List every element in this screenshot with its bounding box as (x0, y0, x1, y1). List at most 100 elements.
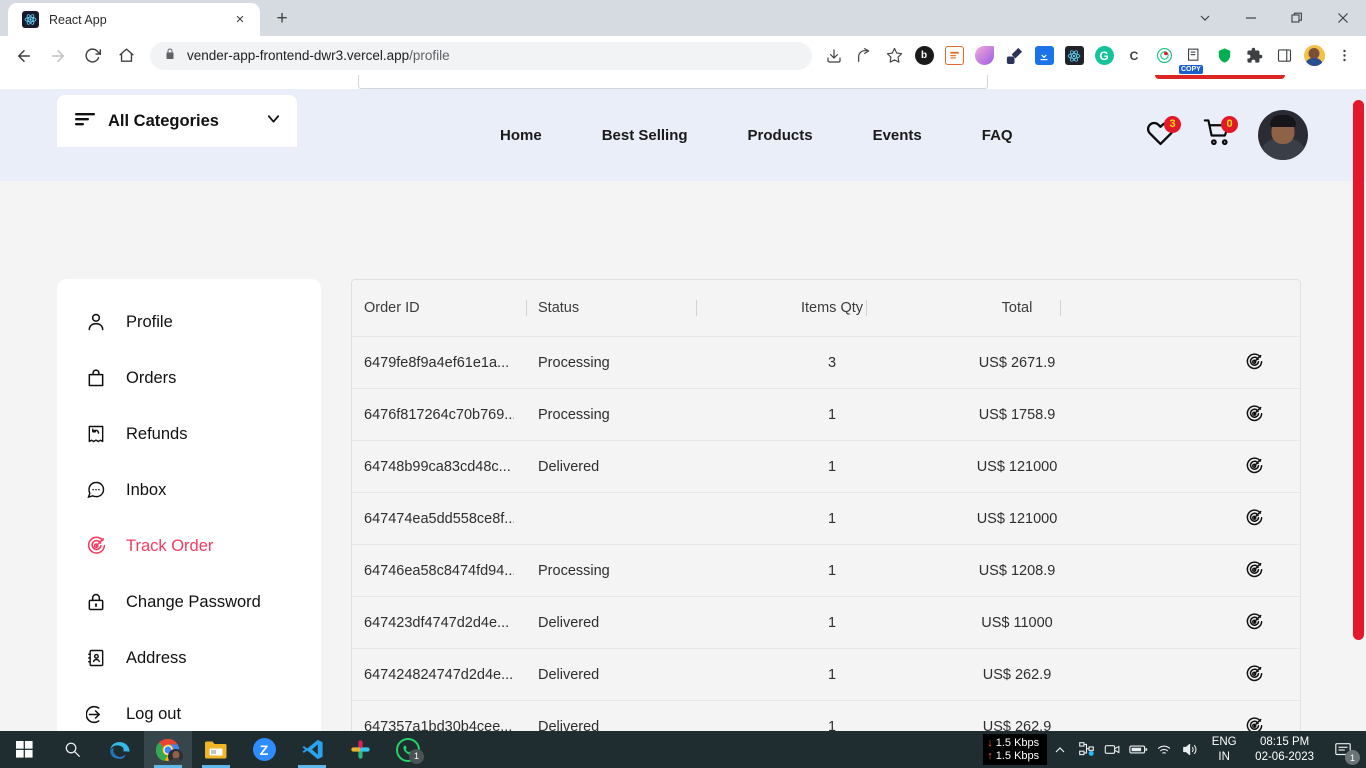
table-row[interactable]: 64746ea58c8474fd94... Processing 1 US$ 1… (352, 545, 1300, 597)
wifi-icon[interactable] (1151, 731, 1177, 768)
sidepanel-icon[interactable] (1270, 42, 1298, 70)
table-row[interactable]: 64748b99ca83cd48c... Delivered 1 US$ 121… (352, 441, 1300, 493)
user-avatar[interactable] (1258, 110, 1308, 160)
language-line1: ENG (1211, 735, 1237, 748)
tab-search-icon[interactable] (1182, 0, 1228, 36)
gradient-extension[interactable] (970, 42, 998, 70)
track-order-action-button[interactable] (1232, 665, 1276, 684)
close-window-button[interactable] (1320, 0, 1366, 36)
cell-items-qty: 3 (827, 354, 837, 371)
react-devtools-extension[interactable] (1060, 42, 1088, 70)
browser-profile-avatar[interactable] (1300, 42, 1328, 70)
site-search-input[interactable] (358, 75, 988, 89)
cart-button[interactable]: 0 (1201, 116, 1238, 151)
track-order-action-button[interactable] (1232, 613, 1276, 632)
pixel-extension[interactable] (1150, 42, 1178, 70)
track-order-action-button[interactable] (1232, 405, 1276, 424)
browser-tab-react-app[interactable]: React App × (8, 3, 260, 36)
search-icon[interactable] (48, 731, 96, 768)
language-indicator[interactable]: ENG IN (1203, 735, 1245, 765)
network-speed-widget[interactable]: ↓ 1.5 Kbps ↑ 1.5 Kbps (983, 734, 1048, 765)
network-sharing-icon[interactable] (1073, 731, 1099, 768)
site-cta-button[interactable] (1155, 75, 1285, 79)
nav-link-best-selling[interactable]: Best Selling (572, 127, 718, 144)
notification-center-icon[interactable]: 1 (1324, 731, 1362, 768)
zoom-icon[interactable]: Z (240, 731, 288, 768)
clock[interactable]: 08:15 PM 02-06-2023 (1245, 735, 1324, 765)
table-row[interactable]: 6479fe8f9a4ef61e1a... Processing 3 US$ 2… (352, 337, 1300, 389)
slack-icon[interactable] (336, 731, 384, 768)
kebab-menu-icon[interactable] (1330, 42, 1358, 70)
address-bar[interactable]: vender-app-frontend-dwr3.vercel.app/prof… (150, 41, 812, 70)
bookmark-star-icon[interactable] (880, 42, 908, 70)
sidebar-item-change-password[interactable]: Change Password (57, 583, 321, 621)
edge-icon[interactable] (96, 731, 144, 768)
nav-link-products[interactable]: Products (718, 127, 843, 144)
track-order-action-button[interactable] (1232, 457, 1276, 476)
back-button[interactable] (8, 40, 40, 72)
sidebar-item-profile[interactable]: Profile (57, 303, 321, 341)
vscode-icon[interactable] (288, 731, 336, 768)
nav-link-events[interactable]: Events (843, 127, 952, 144)
nav-link-faq[interactable]: FAQ (952, 127, 1043, 144)
install-app-icon[interactable] (820, 42, 848, 70)
upload-arrow-icon: ↑ (987, 749, 993, 762)
sidebar-item-inbox[interactable]: Inbox (57, 471, 321, 509)
grammarly-extension[interactable]: G (1090, 42, 1118, 70)
volume-icon[interactable] (1177, 731, 1203, 768)
battery-icon[interactable] (1125, 731, 1151, 768)
sidebar-item-log-out[interactable]: Log out (57, 695, 321, 731)
forward-button[interactable] (42, 40, 74, 72)
clickup-extension[interactable]: C (1120, 42, 1148, 70)
minimize-button[interactable] (1228, 0, 1274, 36)
page-scrollbar-thumb[interactable] (1353, 100, 1364, 640)
sidebar-item-orders[interactable]: Orders (57, 359, 321, 397)
cell-items-qty: 1 (827, 510, 837, 527)
column-divider (1060, 300, 1061, 316)
track-order-table: Order ID Status Items Qty Total 6479fe8f… (351, 279, 1301, 731)
table-row[interactable]: 6476f817264c70b769... Processing 1 US$ 1… (352, 389, 1300, 441)
sidebar-item-address[interactable]: Address (57, 639, 321, 677)
header-actions: 3 0 (1144, 89, 1308, 181)
wishlist-button[interactable]: 3 (1144, 116, 1181, 151)
copy-extension[interactable]: COPY (1179, 42, 1208, 74)
notes-extension[interactable] (940, 42, 968, 70)
extensions-puzzle-icon[interactable] (1240, 42, 1268, 70)
track-order-action-button[interactable] (1232, 561, 1276, 580)
download-speed-value: 1.5 Kbps (995, 736, 1040, 749)
track-order-action-button[interactable] (1232, 509, 1276, 528)
sidebar-item-refunds[interactable]: Refunds (57, 415, 321, 453)
cell-total: US$ 121000 (976, 458, 1058, 475)
cell-total: US$ 262.9 (982, 718, 1052, 732)
whatsapp-icon[interactable]: 1 (384, 731, 432, 768)
notification-count-badge: 1 (1345, 750, 1360, 765)
file-explorer-icon[interactable] (192, 731, 240, 768)
cell-total: US$ 1758.9 (978, 406, 1056, 423)
show-hidden-icons-chevron[interactable] (1047, 731, 1073, 768)
shield-extension[interactable] (1210, 42, 1238, 70)
table-row[interactable]: 647423df4747d2d4e... Delivered 1 US$ 110… (352, 597, 1300, 649)
close-tab-icon[interactable]: × (230, 12, 250, 27)
home-button[interactable] (110, 40, 142, 72)
eyedropper-extension[interactable] (1000, 42, 1028, 70)
table-row[interactable]: 647424824747d2d4e... Delivered 1 US$ 262… (352, 649, 1300, 701)
reload-button[interactable] (76, 40, 108, 72)
shopping-bag-icon (85, 367, 107, 389)
bitwarden-extension[interactable]: b (910, 42, 938, 70)
start-button[interactable] (0, 731, 48, 768)
all-categories-dropdown[interactable]: All Categories (57, 95, 297, 147)
new-tab-button[interactable]: + (268, 5, 296, 33)
maximize-button[interactable] (1274, 0, 1320, 36)
track-order-action-button[interactable] (1232, 717, 1276, 731)
share-icon[interactable] (850, 42, 878, 70)
downloader-extension[interactable] (1030, 42, 1058, 70)
chrome-icon[interactable] (144, 731, 192, 768)
table-row[interactable]: 647357a1bd30b4cee... Delivered 1 US$ 262… (352, 701, 1300, 731)
chevron-down-icon[interactable] (264, 109, 283, 133)
sidebar-item-track-order[interactable]: Track Order (57, 527, 321, 565)
nav-link-home[interactable]: Home (470, 127, 572, 144)
table-row[interactable]: 647474ea5dd558ce8f... 1 US$ 121000 (352, 493, 1300, 545)
track-order-action-button[interactable] (1232, 353, 1276, 372)
cell-status: Delivered (538, 718, 600, 732)
camera-icon[interactable] (1099, 731, 1125, 768)
